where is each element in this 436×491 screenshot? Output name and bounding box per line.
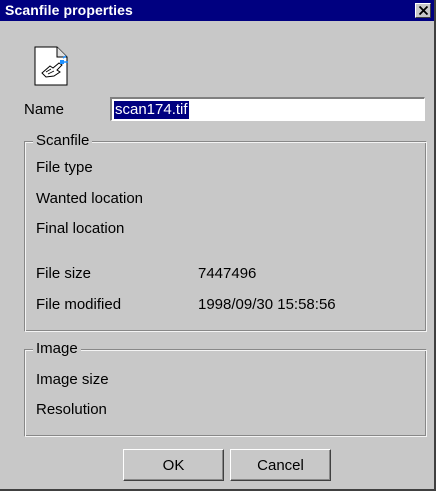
image-size-label: Image size xyxy=(36,371,109,388)
file-modified-value: 1998/09/30 15:58:56 xyxy=(198,296,336,313)
close-icon xyxy=(419,6,428,15)
file-size-label: File size xyxy=(36,265,92,282)
scanfile-group-legend: Scanfile xyxy=(33,132,93,150)
final-location-label: Final location xyxy=(36,220,125,237)
window-title: Scanfile properties xyxy=(5,2,133,18)
document-properties-icon xyxy=(33,46,71,86)
name-value-selected: scan174.tif xyxy=(114,101,189,119)
file-type-label: File type xyxy=(36,159,93,176)
image-group-legend: Image xyxy=(33,340,81,358)
close-button[interactable] xyxy=(415,3,431,18)
name-input[interactable]: scan174.tif xyxy=(110,97,425,121)
cancel-button[interactable]: Cancel xyxy=(230,449,331,481)
scanfile-group: Scanfile File type Wanted location Final… xyxy=(24,132,427,332)
scanfile-properties-dialog: Scanfile properties Name scan174.tif Sca… xyxy=(0,0,436,491)
ok-button[interactable]: OK xyxy=(123,449,224,481)
image-group: Image Image size Resolution xyxy=(24,340,427,437)
file-size-value: 7447496 xyxy=(198,265,257,282)
title-bar: Scanfile properties xyxy=(0,0,434,21)
name-label: Name xyxy=(24,101,65,118)
file-modified-label: File modified xyxy=(36,296,122,313)
resolution-label: Resolution xyxy=(36,401,107,418)
wanted-location-label: Wanted location xyxy=(36,190,144,207)
